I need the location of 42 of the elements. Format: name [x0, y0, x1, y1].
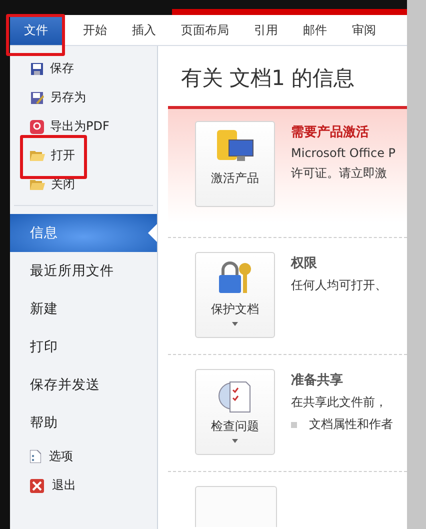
menu-command[interactable]: 另存为	[10, 83, 157, 112]
section-text: 在共享此文件前，	[291, 394, 388, 411]
ribbon-tab[interactable]: 页面布局	[173, 15, 237, 45]
ribbon-tab[interactable]: 邮件	[295, 15, 335, 45]
action-button[interactable]: 激活产品	[195, 121, 275, 207]
folder-icon	[30, 149, 45, 162]
section-text: 任何人均可打开、	[291, 277, 387, 294]
close-icon	[30, 478, 44, 492]
ribbon-tab[interactable]: 插入	[124, 15, 164, 45]
action-button[interactable]	[195, 486, 277, 527]
annotation-box	[6, 14, 65, 56]
ribbon-tab[interactable]: 引用	[246, 15, 286, 45]
menu-item[interactable]: 打印	[10, 328, 157, 366]
menu-item[interactable]: 最近所用文件	[10, 252, 157, 290]
menu-command[interactable]: 退出	[10, 471, 157, 500]
menu-item[interactable]: 新建	[10, 290, 157, 328]
annotation-box	[20, 135, 87, 179]
menu-item[interactable]: 信息	[10, 214, 157, 252]
action-button[interactable]: 检查问题	[195, 369, 275, 455]
section-heading: 权限	[291, 255, 318, 272]
menu-item[interactable]: 保存并发送	[10, 366, 157, 404]
page-title: 有关 文档1 的信息	[181, 65, 356, 92]
ribbon-tab[interactable]: 审阅	[344, 15, 384, 45]
section-heading: 准备共享	[291, 372, 344, 389]
caret-icon	[232, 322, 238, 326]
ribbon-tab[interactable]: 文件	[10, 15, 62, 45]
menu-item[interactable]: 帮助	[10, 404, 157, 442]
bullet-item: 文档属性和作者	[291, 416, 393, 433]
menu-command[interactable]: 选项	[10, 442, 157, 471]
save-as-icon	[30, 90, 44, 104]
section-text: Microsoft Office P	[291, 146, 396, 160]
caret-icon	[232, 439, 238, 443]
section-heading: 需要产品激活	[291, 124, 370, 141]
document-icon	[30, 450, 41, 463]
pdf-icon	[30, 120, 44, 134]
section-text: 许可证。请立即激	[291, 165, 388, 182]
menu-command[interactable]: 打开	[10, 141, 157, 170]
menu-command[interactable]: 保存	[10, 54, 157, 83]
ribbon-tab[interactable]: 开始	[75, 15, 115, 45]
action-button[interactable]: 保护文档	[195, 252, 275, 338]
folder-icon	[30, 178, 45, 191]
menu-command[interactable]: 导出为PDF	[10, 112, 157, 141]
